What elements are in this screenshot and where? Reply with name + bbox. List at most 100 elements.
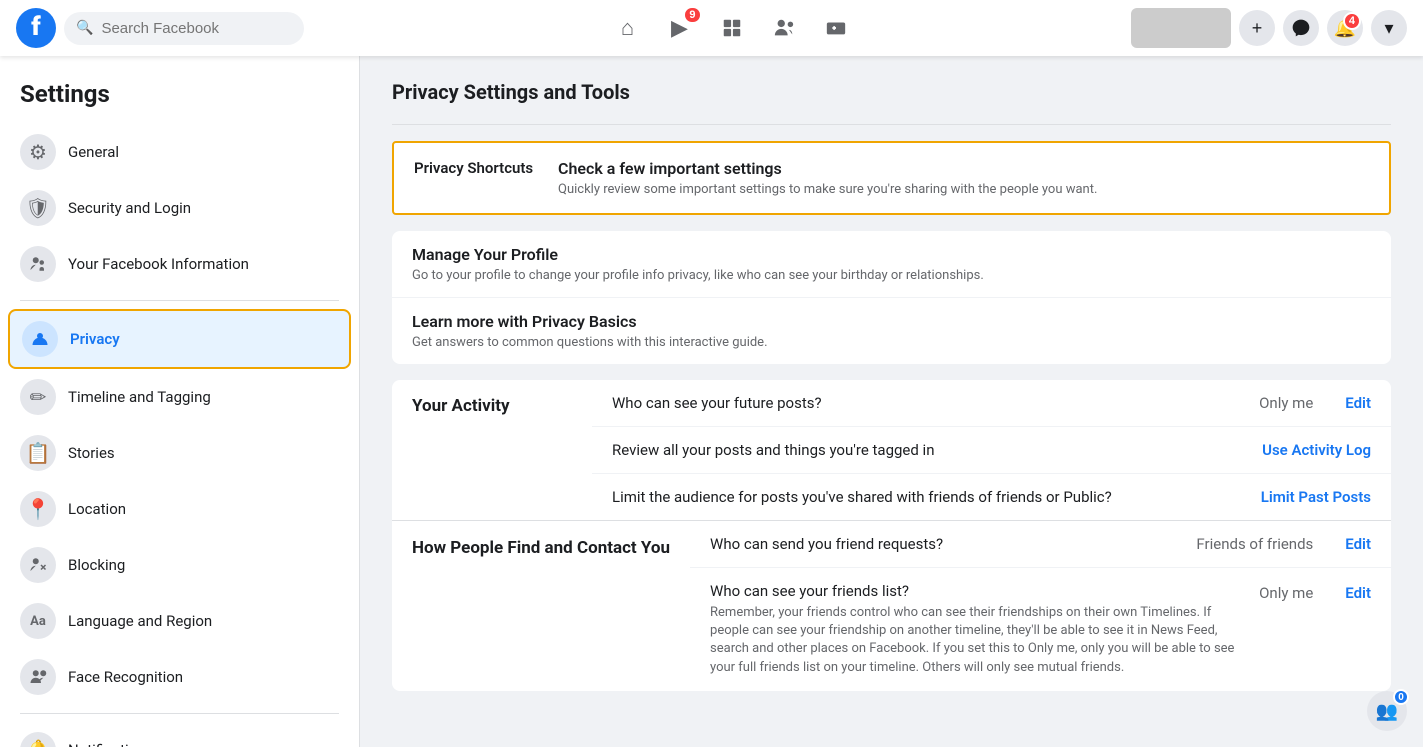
search-input[interactable] — [101, 20, 292, 37]
shield-icon: 🛡 — [20, 190, 56, 226]
friends-nav-button[interactable] — [760, 4, 808, 52]
future-posts-row: Who can see your future posts? Only me E… — [592, 380, 1391, 427]
sidebar-item-general[interactable]: ⚙ General — [8, 124, 351, 180]
sidebar-item-label: Your Facebook Information — [68, 255, 249, 273]
notifications-button[interactable]: 🔔 4 — [1327, 10, 1363, 46]
sidebar-item-facebook-info[interactable]: Your Facebook Information — [8, 236, 351, 292]
learn-more-subtitle: Get answers to common questions with thi… — [412, 335, 1371, 350]
stories-icon: 📋 — [20, 435, 56, 471]
friends-list-sub: Remember, your friends control who can s… — [710, 604, 1243, 677]
sidebar-item-label: Language and Region — [68, 612, 212, 630]
friend-requests-edit[interactable]: Edit — [1345, 535, 1371, 553]
people-widget-button[interactable]: 👥 0 — [1367, 691, 1407, 731]
privacy-icon — [22, 321, 58, 357]
video-nav-button[interactable]: ▶ 9 — [656, 4, 704, 52]
sidebar-item-blocking[interactable]: Blocking — [8, 537, 351, 593]
sidebar-item-privacy[interactable]: Privacy — [8, 309, 351, 369]
activity-log-text: Review all your posts and things you're … — [612, 441, 1246, 459]
your-activity-section: Your Activity Who can see your future po… — [392, 380, 1391, 691]
search-box[interactable]: 🔍 — [64, 12, 304, 45]
manage-profile-subtitle: Go to your profile to change your profil… — [412, 268, 1371, 283]
sidebar-item-label: Face Recognition — [68, 668, 183, 686]
top-navigation: f 🔍 ⌂ ▶ 9 + 🔔 4 ▾ — [0, 0, 1423, 56]
how-people-find-title: How People Find and Contact You — [392, 521, 690, 575]
friends-list-value: Only me — [1259, 584, 1313, 602]
activity-log-row: Review all your posts and things you're … — [592, 427, 1391, 474]
future-posts-edit[interactable]: Edit — [1345, 394, 1371, 412]
sidebar-item-label: Timeline and Tagging — [68, 388, 211, 406]
settings-sidebar: Settings ⚙ General 🛡 Security and Login … — [0, 56, 360, 747]
how-people-find-rows: Who can send you friend requests? Friend… — [690, 521, 1391, 691]
bell-icon: 🔔 — [20, 732, 56, 747]
sidebar-item-stories[interactable]: 📋 Stories — [8, 425, 351, 481]
bottom-right-widget: 👥 0 — [1367, 691, 1407, 731]
nav-left: f 🔍 — [16, 8, 336, 48]
add-button[interactable]: + — [1239, 10, 1275, 46]
friends-list-text: Who can see your friends list? Remember,… — [710, 582, 1243, 677]
gaming-nav-button[interactable] — [812, 4, 860, 52]
sidebar-item-location[interactable]: 📍 Location — [8, 481, 351, 537]
sidebar-item-timeline[interactable]: ✏ Timeline and Tagging — [8, 369, 351, 425]
friend-requests-row: Who can send you friend requests? Friend… — [690, 521, 1391, 568]
limit-past-posts-text: Limit the audience for posts you've shar… — [612, 488, 1245, 506]
limit-past-posts-question: Limit the audience for posts you've shar… — [612, 488, 1245, 506]
limit-past-posts-row: Limit the audience for posts you've shar… — [592, 474, 1391, 520]
messenger-button[interactable] — [1283, 10, 1319, 46]
search-icon: 🔍 — [76, 20, 93, 36]
limit-past-posts-action[interactable]: Limit Past Posts — [1261, 488, 1371, 506]
gear-icon: ⚙ — [20, 134, 56, 170]
notifications-badge: 4 — [1343, 12, 1361, 30]
language-icon: Aa — [20, 603, 56, 639]
link-rows-section: Manage Your Profile Go to your profile t… — [392, 231, 1391, 364]
sidebar-item-label: Security and Login — [68, 199, 191, 217]
page-layout: Settings ⚙ General 🛡 Security and Login … — [0, 56, 1423, 747]
menu-button[interactable]: ▾ — [1371, 10, 1407, 46]
sidebar-item-notifications[interactable]: 🔔 Notifications — [8, 722, 351, 747]
location-icon: 📍 — [20, 491, 56, 527]
nav-right: + 🔔 4 ▾ — [1127, 8, 1407, 48]
friend-requests-value: Friends of friends — [1196, 535, 1313, 553]
manage-profile-row[interactable]: Manage Your Profile Go to your profile t… — [392, 231, 1391, 298]
your-activity-title: Your Activity — [392, 380, 592, 432]
manage-profile-title: Manage Your Profile — [412, 245, 1371, 264]
shortcuts-content: Check a few important settings Quickly r… — [558, 159, 1097, 197]
page-title: Privacy Settings and Tools — [392, 80, 1391, 104]
sidebar-item-label: Blocking — [68, 556, 125, 574]
friends-list-edit[interactable]: Edit — [1345, 584, 1371, 602]
video-badge: 9 — [683, 6, 701, 24]
user-avatar[interactable] — [1131, 8, 1231, 48]
learn-more-row[interactable]: Learn more with Privacy Basics Get answe… — [392, 298, 1391, 364]
nav-center: ⌂ ▶ 9 — [336, 4, 1127, 52]
sidebar-item-face-recognition[interactable]: Face Recognition — [8, 649, 351, 705]
your-activity-rows: Who can see your future posts? Only me E… — [592, 380, 1391, 520]
sidebar-item-security[interactable]: 🛡 Security and Login — [8, 180, 351, 236]
facebook-logo[interactable]: f — [16, 8, 56, 48]
main-content: Privacy Settings and Tools Privacy Short… — [360, 56, 1423, 747]
friends-list-row: Who can see your friends list? Remember,… — [690, 568, 1391, 691]
friend-requests-question: Who can send you friend requests? — [710, 535, 1180, 553]
learn-more-title: Learn more with Privacy Basics — [412, 312, 1371, 331]
future-posts-value: Only me — [1259, 394, 1313, 412]
sidebar-title: Settings — [8, 72, 351, 124]
people-badge: 0 — [1393, 689, 1409, 705]
blocking-icon — [20, 547, 56, 583]
pencil-icon: ✏ — [20, 379, 56, 415]
sidebar-item-label: Privacy — [70, 330, 120, 348]
activity-log-question: Review all your posts and things you're … — [612, 441, 1246, 459]
sidebar-item-label: Stories — [68, 444, 115, 462]
content-divider — [392, 124, 1391, 125]
face-recognition-icon — [20, 659, 56, 695]
sidebar-divider-2 — [20, 713, 339, 714]
future-posts-question: Who can see your future posts? — [612, 394, 1243, 412]
shortcuts-section-label: Privacy Shortcuts — [414, 159, 534, 177]
store-nav-button[interactable] — [708, 4, 756, 52]
activity-log-action[interactable]: Use Activity Log — [1262, 441, 1371, 459]
friends-list-question: Who can see your friends list? — [710, 582, 1243, 600]
sidebar-item-language[interactable]: Aa Language and Region — [8, 593, 351, 649]
shortcuts-title: Check a few important settings — [558, 159, 1097, 178]
privacy-shortcuts-card: Privacy Shortcuts Check a few important … — [392, 141, 1391, 215]
home-nav-button[interactable]: ⌂ — [604, 4, 652, 52]
shortcuts-subtitle: Quickly review some important settings t… — [558, 182, 1097, 197]
sidebar-divider — [20, 300, 339, 301]
sidebar-item-label: Notifications — [68, 741, 153, 747]
